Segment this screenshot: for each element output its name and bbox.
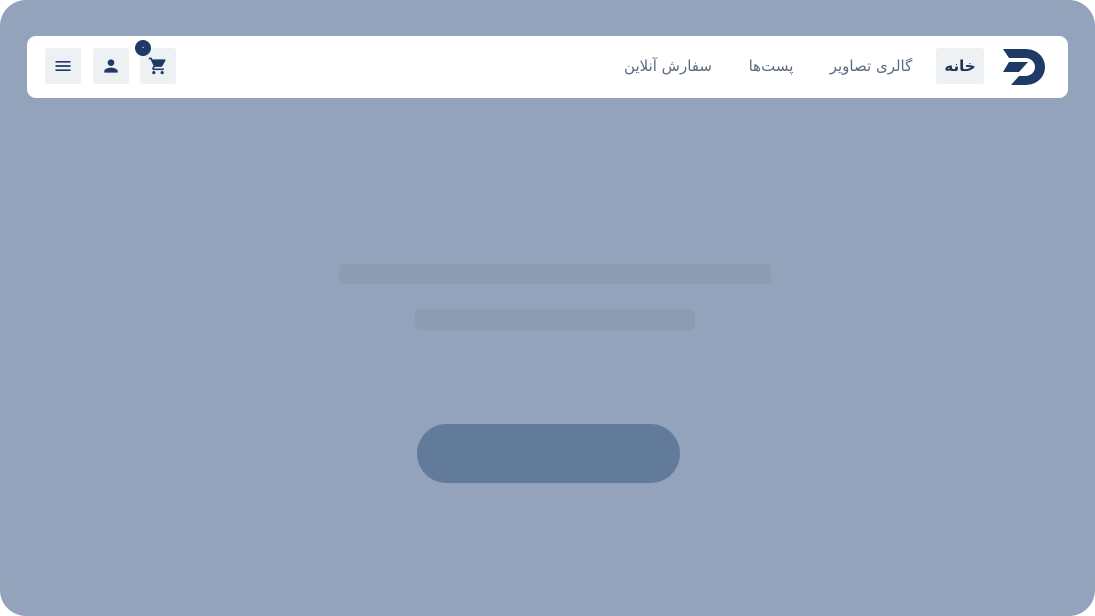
menu-icon <box>55 61 71 71</box>
loading-button-placeholder <box>417 424 680 483</box>
nav-link-online-order[interactable]: سفارش آنلاین <box>619 48 717 84</box>
cart-count-badge: ۰ <box>135 40 151 56</box>
menu-button[interactable] <box>45 48 81 84</box>
nav-link-gallery[interactable]: گالری تصاویر <box>827 48 915 84</box>
nav-link-posts[interactable]: پست‌ها <box>743 48 799 84</box>
cart-icon <box>148 57 166 75</box>
nav-link-home[interactable]: خانه <box>936 48 984 84</box>
page-backdrop: خانه گالری تصاویر پست‌ها سفارش آنلاین ۰ <box>0 0 1095 616</box>
top-navbar: خانه گالری تصاویر پست‌ها سفارش آنلاین ۰ <box>27 36 1068 98</box>
loading-subtitle-placeholder <box>415 309 695 330</box>
user-button[interactable] <box>93 48 129 84</box>
brand-d-logo-icon[interactable] <box>1003 49 1045 85</box>
user-icon <box>104 59 118 73</box>
loading-title-placeholder <box>339 264 771 284</box>
